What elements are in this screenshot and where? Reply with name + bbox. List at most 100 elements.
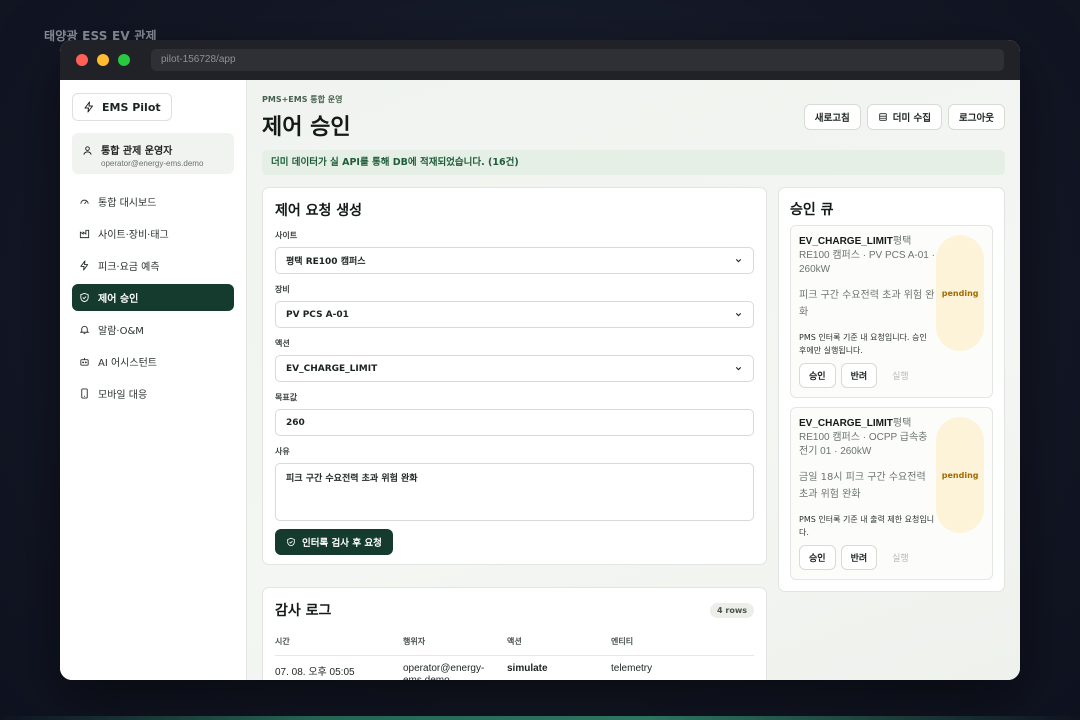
- page-header: PMS+EMS 통합 운영 제어 승인 새로고침 더미 수집 로그아웃: [262, 94, 1005, 144]
- column-header-time: 시간: [275, 636, 403, 656]
- device-select[interactable]: PV PCS A-01: [275, 301, 754, 328]
- sidebar-item-ai-assistant[interactable]: AI 어시스턴트: [72, 348, 234, 375]
- column-header-action: 액션: [507, 636, 611, 656]
- window-titlebar: pilot-156728/app: [60, 40, 1020, 80]
- bot-icon: [80, 357, 89, 366]
- queue-item-reason: 피크 구간 수요전력 초과 위험 완화: [799, 290, 935, 318]
- sidebar-item-label: 알람·O&M: [98, 326, 144, 337]
- queue-item-site: 평택: [892, 236, 912, 247]
- bottom-glow: [0, 716, 1080, 720]
- queue-item-meta: RE100 캠퍼스 · OCPP 급속충전기 01 · 260kW: [799, 432, 928, 457]
- reject-button[interactable]: 반려: [840, 363, 878, 388]
- queue-item-action: EV_CHARGE_LIMIT: [799, 236, 893, 247]
- queue-item-heading: EV_CHARGE_LIMIT평택: [799, 417, 936, 431]
- execute-button[interactable]: 실행: [882, 363, 919, 388]
- refresh-button[interactable]: 새로고침: [803, 104, 861, 130]
- logout-button[interactable]: 로그아웃: [948, 104, 1005, 130]
- database-icon: [879, 113, 887, 121]
- brand-badge[interactable]: EMS Pilot: [72, 93, 172, 121]
- shield-check-icon: [287, 537, 295, 547]
- page-eyebrow: PMS+EMS 통합 운영: [262, 95, 343, 104]
- content-columns: 제어 요청 생성 사이트 평택 RE100 캠퍼스 장비 PV PCS A-01…: [262, 187, 1005, 680]
- sidebar-item-label: AI 어시스턴트: [98, 358, 157, 369]
- rows-count-badge: 4 rows: [710, 602, 754, 618]
- bolt-icon: [84, 101, 93, 113]
- url-bar[interactable]: pilot-156728/app: [151, 49, 1004, 71]
- reason-label: 사유: [275, 447, 290, 456]
- user-card: 통합 관제 운영자 operator@energy-ems.demo: [72, 133, 234, 174]
- audit-table: 시간 행위자 액션 엔티티 07. 08. 오후 05:05 operator@…: [275, 636, 754, 680]
- close-window-button[interactable]: [76, 54, 88, 66]
- maximize-window-button[interactable]: [118, 54, 130, 66]
- minimize-window-button[interactable]: [97, 54, 109, 66]
- left-column: 제어 요청 생성 사이트 평택 RE100 캠퍼스 장비 PV PCS A-01…: [262, 187, 767, 680]
- sidebar-nav: 통합 대시보드 사이트·장비·태그 피크·요금 예측 제어 승인 알람·O&M: [72, 188, 234, 407]
- queue-title: 승인 큐: [790, 202, 834, 218]
- cell-action: simulate: [507, 663, 548, 674]
- sidebar: EMS Pilot 통합 관제 운영자 operator@energy-ems.…: [60, 80, 247, 680]
- queue-item-heading: EV_CHARGE_LIMIT평택: [799, 235, 936, 249]
- dummy-collect-label: 더미 수집: [892, 113, 932, 124]
- queue-item-site: 평택: [892, 418, 912, 429]
- queue-item-note: PMS 인터록 기준 내 요청입니다. 승인 후에만 실행됩니다.: [799, 333, 927, 355]
- audit-log: 감사 로그 4 rows 시간 행위자 액션 엔티티 07. 08. 오후 05…: [262, 587, 767, 680]
- app-body: EMS Pilot 통합 관제 운영자 operator@energy-ems.…: [60, 80, 1020, 680]
- gauge-icon: [80, 199, 89, 205]
- dummy-collect-button[interactable]: 더미 수집: [866, 104, 943, 130]
- sidebar-item-dashboard[interactable]: 통합 대시보드: [72, 188, 234, 215]
- chevron-down-icon: [735, 312, 742, 317]
- user-email: operator@energy-ems.demo: [101, 159, 204, 168]
- sidebar-item-label: 통합 대시보드: [98, 198, 157, 209]
- status-badge: pending: [936, 417, 984, 533]
- queue-item-reason: 금일 18시 피크 구간 수요전력 초과 위험 완화: [799, 472, 926, 500]
- approve-button[interactable]: 승인: [799, 363, 836, 388]
- action-select-value: EV_CHARGE_LIMIT: [286, 363, 378, 374]
- sidebar-item-label: 사이트·장비·태그: [98, 230, 169, 241]
- chevron-down-icon: [735, 366, 742, 371]
- control-request-form: 제어 요청 생성 사이트 평택 RE100 캠퍼스 장비 PV PCS A-01…: [262, 187, 767, 565]
- device-label: 장비: [275, 285, 290, 294]
- cell-actor: operator@energy-ems.demo: [403, 663, 485, 680]
- cell-time: 07. 08. 오후 05:05: [275, 667, 355, 678]
- user-icon: [83, 146, 92, 155]
- sidebar-item-label: 제어 승인: [98, 294, 139, 305]
- bolt-icon: [80, 260, 89, 271]
- audit-title: 감사 로그: [275, 603, 332, 619]
- submit-request-button[interactable]: 인터록 검사 후 요청: [275, 529, 393, 555]
- approve-button[interactable]: 승인: [799, 545, 836, 570]
- sidebar-item-label: 모바일 대응: [98, 390, 148, 401]
- factory-icon: [79, 229, 90, 239]
- sidebar-item-alarms[interactable]: 알람·O&M: [72, 316, 234, 343]
- execute-button[interactable]: 실행: [882, 545, 919, 570]
- page-title: 제어 승인: [262, 115, 351, 140]
- user-name: 통합 관제 운영자: [101, 146, 173, 157]
- target-label: 목표값: [275, 393, 298, 402]
- queue-item-action: EV_CHARGE_LIMIT: [799, 418, 893, 429]
- right-column: 승인 큐 EV_CHARGE_LIMIT평택 RE100 캠퍼스 · PV PC…: [778, 187, 1005, 680]
- sidebar-item-control-approval[interactable]: 제어 승인: [72, 284, 234, 311]
- site-select[interactable]: 평택 RE100 캠퍼스: [275, 247, 754, 274]
- action-select[interactable]: EV_CHARGE_LIMIT: [275, 355, 754, 382]
- phone-icon: [81, 388, 88, 399]
- approval-queue: 승인 큐 EV_CHARGE_LIMIT평택 RE100 캠퍼스 · PV PC…: [778, 187, 1005, 592]
- sidebar-item-mobile[interactable]: 모바일 대응: [72, 380, 234, 407]
- column-header-actor: 행위자: [403, 636, 507, 656]
- form-title: 제어 요청 생성: [275, 203, 363, 219]
- shield-check-icon: [80, 292, 89, 303]
- chevron-down-icon: [735, 258, 742, 263]
- column-header-entity: 엔티티: [611, 636, 754, 656]
- sidebar-item-sites[interactable]: 사이트·장비·태그: [72, 220, 234, 247]
- reason-textarea[interactable]: 피크 구간 수요전력 초과 위험 완화: [275, 463, 754, 521]
- app-window: pilot-156728/app EMS Pilot 통합 관제 운영자 ope…: [60, 40, 1020, 680]
- reject-button[interactable]: 반려: [840, 545, 878, 570]
- status-badge: pending: [936, 235, 984, 351]
- target-value-input[interactable]: 260: [275, 409, 754, 436]
- device-select-value: PV PCS A-01: [286, 309, 349, 320]
- queue-item: EV_CHARGE_LIMIT평택 RE100 캠퍼스 · OCPP 급속충전기…: [790, 407, 993, 580]
- sidebar-item-forecast[interactable]: 피크·요금 예측: [72, 252, 234, 279]
- site-label: 사이트: [275, 231, 298, 240]
- main-content: PMS+EMS 통합 운영 제어 승인 새로고침 더미 수집 로그아웃 더미 데…: [247, 80, 1020, 680]
- table-row: 07. 08. 오후 05:05 operator@energy-ems.dem…: [275, 656, 754, 680]
- site-select-value: 평택 RE100 캠퍼스: [286, 257, 366, 267]
- sidebar-item-label: 피크·요금 예측: [98, 262, 160, 273]
